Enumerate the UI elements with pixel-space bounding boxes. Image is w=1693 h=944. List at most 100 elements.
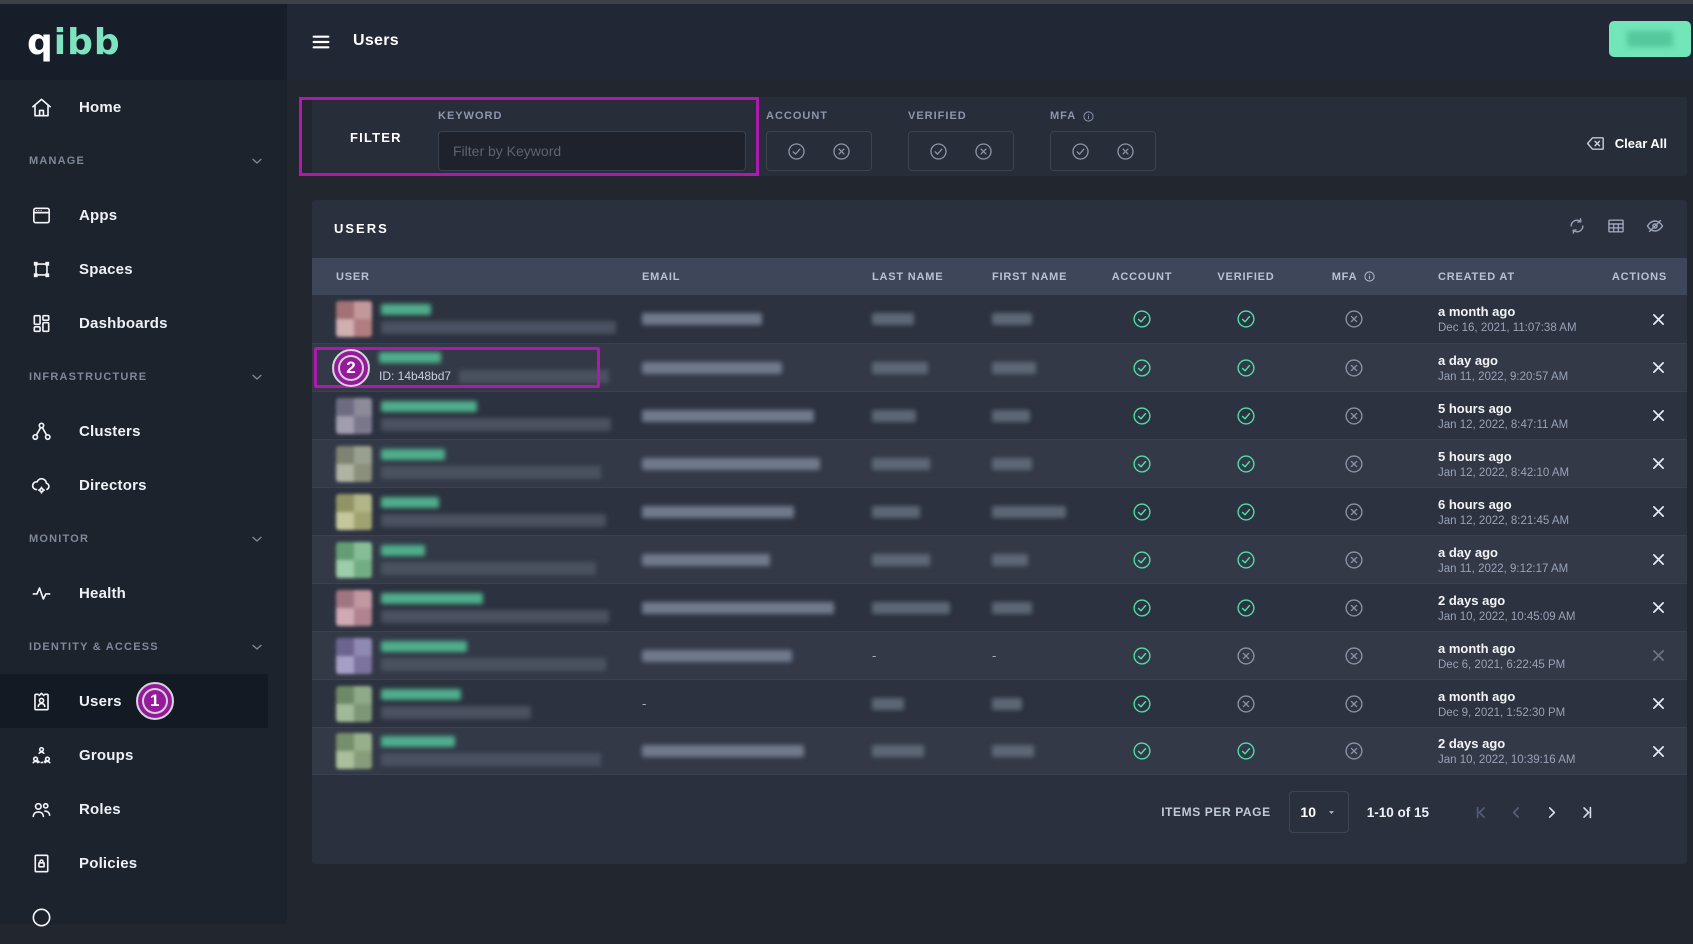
table-row[interactable]: 2 days agoJan 10, 2022, 10:39:16 AM [312, 727, 1687, 775]
account-button[interactable] [1609, 21, 1691, 57]
sidebar-section-infrastructure[interactable]: INFRASTRUCTURE [0, 350, 287, 404]
avatar [336, 638, 372, 674]
delete-user-button[interactable] [1650, 359, 1667, 376]
user-cell: 2ID: 14b48bd7 [312, 344, 642, 391]
keyword-input[interactable] [438, 131, 746, 171]
created-relative: 5 hours ago [1438, 449, 1512, 464]
check-circle-icon [1131, 405, 1153, 427]
delete-user-button[interactable] [1650, 743, 1667, 760]
last-name-cell [872, 488, 992, 535]
cross-toggle[interactable] [973, 141, 994, 162]
mfa-status-cell [1300, 295, 1408, 343]
column-label: FIRST NAME [992, 271, 1067, 283]
menu-icon[interactable] [310, 34, 332, 50]
email-cell [642, 344, 872, 391]
last-page-icon[interactable] [1578, 804, 1595, 821]
check-circle-icon [1131, 501, 1153, 523]
created-at-cell: 5 hours agoJan 12, 2022, 8:42:10 AM [1408, 440, 1602, 487]
clusters-icon [29, 420, 53, 443]
check-toggle[interactable] [786, 141, 807, 162]
sidebar-item-health[interactable]: Health [0, 566, 287, 620]
check-toggle[interactable] [1070, 141, 1091, 162]
clear-all-button[interactable]: Clear All [1585, 133, 1667, 154]
delete-user-button[interactable] [1650, 311, 1667, 328]
sidebar-section-identity-access[interactable]: IDENTITY & ACCESS [0, 620, 287, 674]
last-name-cell [872, 728, 992, 774]
table-row[interactable]: 5 hours agoJan 12, 2022, 8:42:10 AM [312, 439, 1687, 487]
logo-q: q [27, 22, 54, 63]
table-icon[interactable] [1606, 216, 1626, 236]
eye-off-icon[interactable] [1645, 216, 1665, 236]
table-row[interactable]: 2ID: 14b48bd7a day agoJan 11, 2022, 9:20… [312, 343, 1687, 391]
user-cell [312, 440, 642, 487]
refresh-icon[interactable] [1567, 216, 1587, 236]
redacted-username [381, 641, 467, 652]
first-page-icon[interactable] [1473, 804, 1490, 821]
sidebar-item-users[interactable]: Users1 [0, 674, 268, 728]
next-page-icon[interactable] [1543, 804, 1560, 821]
actions-cell [1602, 392, 1687, 439]
delete-user-button[interactable] [1650, 551, 1667, 568]
column-label: MFA [1332, 271, 1358, 283]
sidebar-section-manage[interactable]: MANAGE [0, 134, 287, 188]
verified-status-cell [1192, 728, 1300, 774]
delete-user-button[interactable] [1650, 647, 1667, 664]
items-per-page-select[interactable]: 10 [1289, 791, 1349, 833]
sidebar-item-apps[interactable]: Apps [0, 188, 287, 242]
filter-bar: FILTER KEYWORD ACCOUNTVERIFIEDMFA Clear … [312, 97, 1687, 176]
user-cell [312, 632, 642, 679]
avatar [336, 590, 372, 626]
prev-page-icon[interactable] [1508, 804, 1525, 821]
table-row[interactable]: a month agoDec 16, 2021, 11:07:38 AM [312, 295, 1687, 343]
check-circle-icon [1131, 597, 1153, 619]
sidebar-item-roles[interactable]: Roles [0, 782, 287, 836]
sidebar-item-spaces[interactable]: Spaces [0, 242, 287, 296]
delete-user-button[interactable] [1650, 455, 1667, 472]
table-header: USEREMAILLAST NAMEFIRST NAMEACCOUNTVERIF… [312, 258, 1687, 295]
sidebar-item-clusters[interactable]: Clusters [0, 404, 287, 458]
cross-toggle[interactable] [1115, 141, 1136, 162]
last-name-cell [872, 344, 992, 391]
user-cell [312, 488, 642, 535]
avatar [336, 686, 372, 722]
sidebar-item-label: Policies [79, 855, 137, 872]
table-row[interactable]: 6 hours agoJan 12, 2022, 8:21:45 AM [312, 487, 1687, 535]
redacted-text [872, 458, 930, 470]
users-panel: USERS USEREMAILLAST NAMEFIRST NAMEACCOUN… [312, 200, 1687, 864]
sidebar-item-dashboards[interactable]: Dashboards [0, 296, 287, 350]
health-icon [29, 582, 53, 605]
created-at-cell: 2 days agoJan 10, 2022, 10:39:16 AM [1408, 728, 1602, 774]
roles-icon [29, 798, 53, 821]
delete-user-button[interactable] [1650, 599, 1667, 616]
sidebar-item-directors[interactable]: Directors [0, 458, 287, 512]
created-relative: 5 hours ago [1438, 401, 1512, 416]
first-name-cell [992, 392, 1092, 439]
qibb-logo[interactable]: qibb [27, 22, 121, 63]
cross-toggle[interactable] [831, 141, 852, 162]
first-name-cell [992, 295, 1092, 343]
sidebar-item-groups[interactable]: Groups [0, 728, 287, 782]
first-name-cell [992, 536, 1092, 583]
actions-cell [1602, 728, 1687, 774]
redacted-text [642, 506, 794, 518]
delete-user-button[interactable] [1650, 407, 1667, 424]
sidebar-item-home[interactable]: Home [0, 80, 287, 134]
table-row[interactable]: 5 hours agoJan 12, 2022, 8:47:11 AM [312, 391, 1687, 439]
redacted-username [381, 593, 483, 604]
table-row[interactable]: a day agoJan 11, 2022, 9:12:17 AM [312, 535, 1687, 583]
section-label: MANAGE [29, 155, 85, 167]
check-toggle[interactable] [928, 141, 949, 162]
table-row[interactable]: 2 days agoJan 10, 2022, 10:45:09 AM [312, 583, 1687, 631]
account-status-cell [1092, 536, 1192, 583]
redacted-text [992, 506, 1066, 518]
delete-user-button[interactable] [1650, 503, 1667, 520]
table-row[interactable]: --a month agoDec 6, 2021, 6:22:45 PM [312, 631, 1687, 679]
table-row[interactable]: -a month agoDec 9, 2021, 1:52:30 PM [312, 679, 1687, 727]
sidebar-item-partial[interactable] [0, 890, 287, 944]
created-at-cell: 5 hours agoJan 12, 2022, 8:47:11 AM [1408, 392, 1602, 439]
sidebar-section-monitor[interactable]: MONITOR [0, 512, 287, 566]
sidebar-item-policies[interactable]: Policies [0, 836, 287, 890]
section-label: INFRASTRUCTURE [29, 371, 147, 383]
delete-user-button[interactable] [1650, 695, 1667, 712]
avatar [336, 398, 372, 434]
